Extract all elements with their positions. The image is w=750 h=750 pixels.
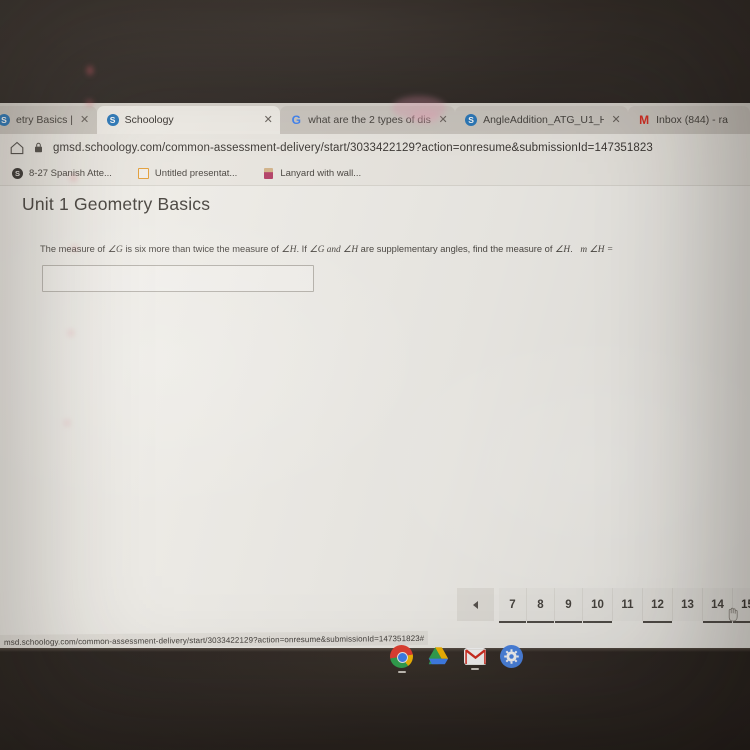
bookmark-label: Lanyard with wall... bbox=[280, 167, 362, 179]
schoology-icon bbox=[0, 114, 10, 126]
browser-toolbar: gmsd.schoology.com/common-assessment-del… bbox=[0, 134, 750, 161]
angle-g-symbol: ∠G bbox=[107, 245, 123, 255]
schoology-icon bbox=[12, 167, 23, 179]
tab-title: etry Basics | Schoo bbox=[16, 114, 73, 126]
angle-g-and-h-symbol: ∠G and ∠H bbox=[309, 245, 359, 255]
question-part: . bbox=[570, 244, 573, 254]
browser-tab-gmail-inbox[interactable]: M Inbox (844) - ra bbox=[628, 106, 750, 134]
assessment-page: Unit 1 Geometry Basics The measure of ∠G… bbox=[0, 186, 750, 648]
close-icon[interactable]: ✕ bbox=[437, 114, 449, 126]
tab-title: Inbox (844) - ra bbox=[656, 114, 728, 126]
status-bar-url: msd.schoology.com/common-assessment-deli… bbox=[0, 630, 429, 648]
browser-tab-angle-addition[interactable]: AngleAddition_ATG_U1_HW4 | ✕ bbox=[455, 106, 629, 134]
schoology-icon bbox=[106, 114, 119, 126]
close-icon[interactable]: ✕ bbox=[610, 114, 622, 126]
slides-icon bbox=[137, 167, 149, 179]
question-part: The measure of bbox=[40, 244, 108, 254]
tab-title: AngleAddition_ATG_U1_HW4 | bbox=[483, 114, 605, 126]
question-pagination: 7 8 9 10 11 12 13 14 15 bbox=[457, 588, 750, 623]
answer-prompt: m ∠H = bbox=[580, 245, 614, 255]
tab-title: Schoology bbox=[124, 114, 174, 126]
bookmark-lanyard-with-wall[interactable]: Lanyard with wall... bbox=[263, 167, 362, 179]
address-bar-url[interactable]: gmsd.schoology.com/common-assessment-del… bbox=[53, 142, 653, 154]
pagination-page-13[interactable]: 13 bbox=[673, 588, 703, 621]
question-part: . If bbox=[296, 244, 310, 254]
screen-bezel-bottom bbox=[0, 648, 750, 750]
lock-icon[interactable] bbox=[34, 142, 43, 153]
pagination-page-list: 7 8 9 10 11 12 13 14 15 bbox=[499, 588, 750, 623]
chromeos-shelf bbox=[390, 645, 523, 673]
home-icon[interactable] bbox=[10, 141, 24, 155]
pagination-page-12[interactable]: 12 bbox=[643, 588, 673, 623]
angle-h-symbol: ∠H bbox=[555, 245, 571, 255]
bookmark-spanish-attendance[interactable]: 8-27 Spanish Atte... bbox=[12, 167, 112, 179]
question-text: The measure of ∠G is six more than twice… bbox=[40, 243, 742, 257]
pagination-prev-button[interactable] bbox=[457, 588, 494, 621]
pagination-page-9[interactable]: 9 bbox=[555, 588, 583, 623]
drive-icon[interactable] bbox=[427, 645, 450, 668]
laptop-screen: etry Basics | Schoo ✕ Schoology ✕ G what… bbox=[0, 103, 750, 648]
bookmark-untitled-presentation[interactable]: Untitled presentat... bbox=[137, 167, 238, 179]
page-title: Unit 1 Geometry Basics bbox=[22, 194, 211, 214]
settings-icon[interactable] bbox=[500, 645, 523, 668]
chrome-icon[interactable] bbox=[390, 645, 413, 673]
browser-tab-strip: etry Basics | Schoo ✕ Schoology ✕ G what… bbox=[0, 103, 750, 134]
tab-title: what are the 2 types of discour bbox=[308, 114, 431, 126]
pagination-page-11[interactable]: 11 bbox=[613, 588, 643, 621]
pagination-page-7[interactable]: 7 bbox=[499, 588, 527, 623]
chevron-left-icon bbox=[473, 600, 478, 609]
google-icon: G bbox=[291, 113, 301, 127]
pagination-page-10[interactable]: 10 bbox=[583, 588, 613, 623]
mouse-cursor-icon bbox=[726, 607, 740, 623]
bookmark-label: Untitled presentat... bbox=[154, 167, 238, 179]
close-icon[interactable]: ✕ bbox=[79, 114, 91, 126]
browser-tab-google-search[interactable]: G what are the 2 types of discour ✕ bbox=[280, 106, 456, 134]
angle-h-symbol: ∠H bbox=[281, 245, 297, 255]
gmail-icon: M bbox=[639, 113, 650, 127]
pagination-page-8[interactable]: 8 bbox=[527, 588, 555, 623]
browser-tab-geometry-basics[interactable]: etry Basics | Schoo ✕ bbox=[0, 106, 97, 134]
image-icon bbox=[263, 167, 274, 179]
bookmark-label: 8-27 Spanish Atte... bbox=[29, 167, 112, 179]
photo-of-laptop-screen: etry Basics | Schoo ✕ Schoology ✕ G what… bbox=[0, 0, 750, 750]
answer-input[interactable] bbox=[42, 265, 314, 292]
question-part: are supplementary angles, find the measu… bbox=[358, 244, 555, 254]
close-icon[interactable]: ✕ bbox=[262, 114, 274, 126]
browser-tab-schoology[interactable]: Schoology ✕ bbox=[96, 106, 281, 134]
bookmarks-bar: 8-27 Spanish Atte... Untitled presentat.… bbox=[0, 161, 750, 186]
question-part: is six more than twice the measure of bbox=[122, 244, 282, 254]
gmail-icon[interactable] bbox=[464, 648, 486, 670]
screen-bezel-top bbox=[0, 0, 750, 103]
schoology-icon bbox=[465, 114, 478, 126]
